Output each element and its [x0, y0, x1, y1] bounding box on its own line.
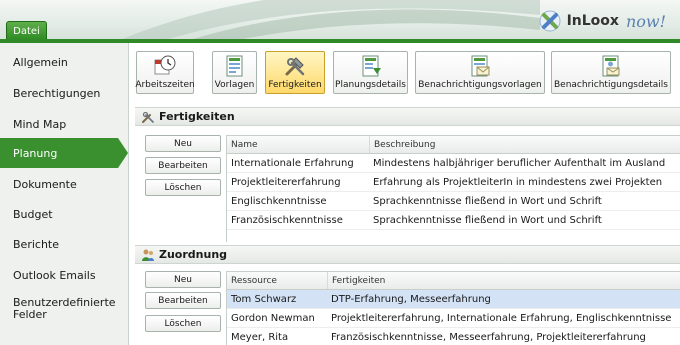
toolbar: Arbeitszeiten Vorlagen Fertigkeiten Plan…: [130, 43, 680, 101]
sidebar: Allgemein Berechtigungen Mind Map Planun…: [0, 43, 129, 345]
header-swoosh: [120, 0, 540, 40]
planungsdetails-label: Planungsdetails: [335, 80, 406, 90]
notification-template-icon: [471, 55, 490, 77]
table-row[interactable]: Englischkenntnisse Sprachkenntnisse flie…: [227, 192, 680, 211]
file-tab[interactable]: Datei: [6, 21, 47, 40]
clock-calendar-icon: [154, 55, 176, 75]
people-icon: [142, 249, 154, 261]
skills-new-button[interactable]: Neu: [145, 135, 221, 152]
title-bar: Datei InLoox now!: [0, 0, 680, 40]
resource-name: Meyer, Rita: [231, 331, 289, 343]
table-empty-space: [227, 230, 680, 242]
sidebar-item-allgemein[interactable]: Allgemein: [0, 47, 129, 77]
assignment-panel-title: Zuordnung: [159, 248, 228, 261]
tools-icon: [142, 111, 154, 123]
skills-panel-title: Fertigkeiten: [159, 110, 235, 123]
planungsdetails-button[interactable]: Planungsdetails: [333, 51, 408, 94]
template-icon: [226, 55, 242, 77]
skills-table: Name Beschreibung Internationale Erfahru…: [226, 135, 680, 242]
skill-description: Sprachkenntnisse fließend in Wort und Sc…: [373, 195, 602, 207]
sidebar-item-berechtigungen[interactable]: Berechtigungen: [0, 78, 129, 108]
table-row[interactable]: Gordon Newman Projektleitererfahrung, In…: [227, 309, 680, 328]
vorlagen-label: Vorlagen: [214, 80, 255, 90]
sidebar-item-berichte[interactable]: Berichte: [0, 229, 129, 259]
column-header-name[interactable]: Name: [227, 136, 369, 153]
skills-edit-button[interactable]: Bearbeiten: [145, 157, 221, 174]
column-header-fertigkeiten[interactable]: Fertigkeiten: [327, 272, 680, 289]
table-row[interactable]: Internationale Erfahrung Mindestens halb…: [227, 154, 680, 173]
logo-text: InLoox: [566, 13, 619, 29]
arbeitszeiten-label: Arbeitszeiten: [135, 80, 195, 90]
notification-details-icon: [602, 55, 620, 77]
table-row[interactable]: Projektleitererfahrung Erfahrung als Pro…: [227, 173, 680, 192]
inloox-logo-icon: [539, 10, 561, 32]
resource-name: Tom Schwarz: [231, 293, 297, 305]
benachrichtigungsdetails-label: Benachrichtigungsdetails: [554, 80, 668, 90]
assignment-new-button[interactable]: Neu: [145, 271, 221, 288]
column-header-ressource[interactable]: Ressource: [227, 272, 327, 289]
sidebar-item-budget[interactable]: Budget: [0, 199, 129, 229]
sidebar-item-outlook-emails[interactable]: Outlook Emails: [0, 260, 129, 290]
sidebar-item-benutzerdefinierte-felder[interactable]: Benutzerdefinierte Felder: [0, 293, 129, 325]
skill-name: Internationale Erfahrung: [231, 157, 354, 169]
fertigkeiten-button[interactable]: Fertigkeiten: [265, 51, 325, 94]
assignment-table-header: Ressource Fertigkeiten: [227, 272, 680, 290]
assignment-delete-button[interactable]: Löschen: [145, 315, 221, 332]
planning-details-icon: [362, 55, 381, 77]
skill-description: Erfahrung als ProjektleiterIn in mindest…: [373, 176, 663, 188]
sidebar-item-mind-map[interactable]: Mind Map: [0, 109, 129, 139]
skills-panel-header: Fertigkeiten: [135, 107, 680, 126]
table-row-selected[interactable]: Tom Schwarz DTP-Erfahrung, Messeerfahrun…: [227, 290, 680, 309]
resource-skills: Projektleitererfahrung, Internationale E…: [331, 312, 672, 324]
fertigkeiten-label: Fertigkeiten: [268, 80, 322, 90]
tools-icon: [285, 57, 305, 76]
benachrichtigungsvorlagen-label: Benachrichtigungsvorlagen: [418, 80, 542, 90]
vorlagen-button[interactable]: Vorlagen: [212, 51, 257, 94]
skills-table-header: Name Beschreibung: [227, 136, 680, 154]
skill-description: Mindestens halbjähriger beruflicher Aufe…: [373, 157, 666, 169]
sidebar-item-dokumente[interactable]: Dokumente: [0, 169, 129, 199]
column-header-beschreibung[interactable]: Beschreibung: [369, 136, 680, 153]
logo-tagline: now!: [625, 11, 666, 31]
table-row[interactable]: Französischkenntnisse Sprachkenntnisse f…: [227, 211, 680, 230]
skill-description: Sprachkenntnisse fließend in Wort und Sc…: [373, 214, 602, 226]
assignment-table: Ressource Fertigkeiten Tom Schwarz DTP-E…: [226, 271, 680, 345]
main-content: Arbeitszeiten Vorlagen Fertigkeiten Plan…: [130, 43, 680, 345]
benachrichtigungsdetails-button[interactable]: Benachrichtigungsdetails: [551, 51, 671, 94]
resource-skills: Französischkenntnisse, Messeerfahrung, P…: [331, 331, 646, 343]
skill-name: Englischkenntnisse: [231, 195, 327, 207]
skill-name: Französischkenntnisse: [231, 214, 343, 226]
table-row[interactable]: Meyer, Rita Französischkenntnisse, Messe…: [227, 328, 680, 345]
benachrichtigungsvorlagen-button[interactable]: Benachrichtigungsvorlagen: [415, 51, 545, 94]
skills-delete-button[interactable]: Löschen: [145, 179, 221, 196]
resource-name: Gordon Newman: [231, 312, 315, 324]
sidebar-item-planung[interactable]: Planung: [0, 138, 128, 168]
assignment-edit-button[interactable]: Bearbeiten: [145, 292, 221, 309]
arbeitszeiten-button[interactable]: Arbeitszeiten: [135, 51, 195, 94]
skill-name: Projektleitererfahrung: [231, 176, 341, 188]
assignment-panel-header: Zuordnung: [135, 245, 680, 264]
resource-skills: DTP-Erfahrung, Messeerfahrung: [331, 293, 491, 305]
inloox-logo: InLoox now!: [539, 9, 666, 33]
